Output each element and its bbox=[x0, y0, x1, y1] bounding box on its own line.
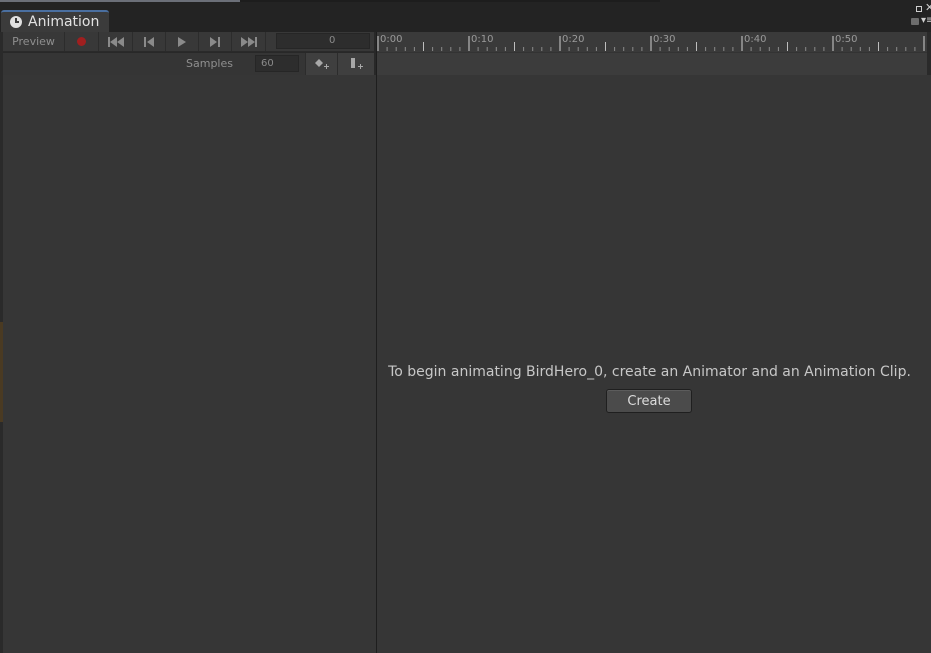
first-keyframe-button[interactable] bbox=[99, 32, 133, 51]
lock-icon[interactable] bbox=[911, 18, 919, 25]
last-keyframe-icon bbox=[240, 36, 257, 47]
menu-icon[interactable]: ▾≡ bbox=[921, 15, 931, 26]
close-icon[interactable]: ✕ bbox=[925, 1, 931, 14]
play-icon bbox=[178, 36, 186, 47]
next-keyframe-icon bbox=[210, 36, 220, 47]
play-button[interactable] bbox=[166, 32, 199, 51]
create-button[interactable]: Create bbox=[606, 389, 692, 413]
last-keyframe-button[interactable] bbox=[232, 32, 266, 51]
right-edge bbox=[927, 32, 931, 75]
ruler-label: 0:10 bbox=[471, 34, 494, 45]
title-bar-accent-dark bbox=[240, 0, 660, 2]
record-icon bbox=[77, 37, 86, 46]
tab-label: Animation bbox=[28, 14, 100, 30]
ruler-label: 0:50 bbox=[835, 34, 858, 45]
title-bar: Animation ✕ ▾≡ bbox=[0, 0, 931, 32]
add-event-icon bbox=[351, 58, 363, 69]
ruler-label: 0:30 bbox=[653, 34, 676, 45]
add-keyframe-icon bbox=[314, 59, 329, 69]
playback-toolbar: Preview 0 bbox=[3, 32, 374, 52]
frame-input[interactable]: 0 bbox=[276, 33, 370, 49]
add-keyframe-button[interactable] bbox=[305, 53, 337, 75]
maximize-icon[interactable] bbox=[916, 6, 922, 12]
samples-label: Samples bbox=[186, 57, 233, 70]
ruler-label: 0:20 bbox=[562, 34, 585, 45]
add-event-button[interactable] bbox=[337, 53, 374, 75]
window-controls: ✕ ▾≡ bbox=[905, 1, 931, 30]
previous-keyframe-button[interactable] bbox=[133, 32, 166, 51]
preview-button[interactable]: Preview bbox=[3, 32, 65, 51]
time-ruler[interactable]: 0:00 0:10 0:20 0:30 0:40 0:50 bbox=[377, 32, 927, 52]
ruler-label: 0:00 bbox=[380, 34, 403, 45]
tab-animation[interactable]: Animation bbox=[1, 10, 109, 32]
first-keyframe-icon bbox=[107, 36, 124, 47]
title-bar-accent bbox=[0, 0, 240, 2]
next-keyframe-button[interactable] bbox=[199, 32, 232, 51]
ruler-label: 0:40 bbox=[744, 34, 767, 45]
event-track[interactable] bbox=[377, 52, 927, 75]
samples-row: Samples 60 bbox=[3, 53, 374, 75]
empty-state-message: To begin animating BirdHero_0, create an… bbox=[388, 364, 911, 380]
previous-keyframe-icon bbox=[144, 36, 154, 47]
dopesheet-area[interactable]: To begin animating BirdHero_0, create an… bbox=[377, 75, 931, 653]
clock-icon bbox=[10, 16, 22, 28]
samples-input[interactable]: 60 bbox=[255, 55, 299, 72]
record-button[interactable] bbox=[65, 32, 99, 51]
hierarchy-panel[interactable] bbox=[3, 75, 376, 653]
